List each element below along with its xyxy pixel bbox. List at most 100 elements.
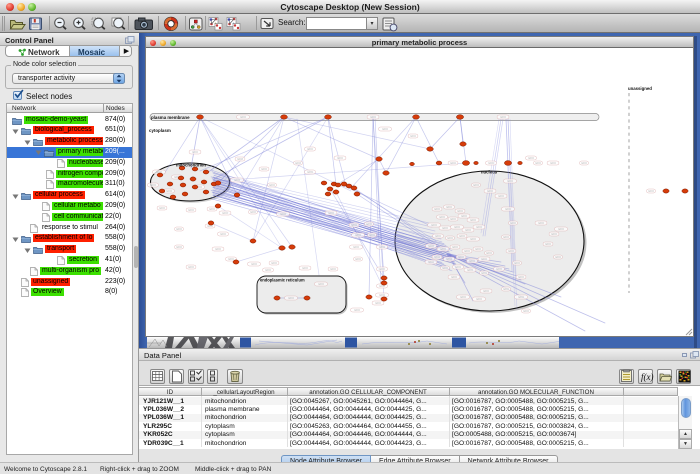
svg-text:GO:0: GO:0 [382, 129, 388, 131]
svg-text:GO:0: GO:0 [176, 229, 182, 231]
svg-text:GO:0: GO:0 [442, 228, 448, 230]
svg-text:plasma membrane: plasma membrane [151, 115, 190, 120]
svg-text:GO:0: GO:0 [470, 239, 476, 241]
svg-text:GO:0: GO:0 [476, 299, 482, 301]
svg-text:cytoplasm: cytoplasm [149, 128, 171, 133]
svg-text:GO:0: GO:0 [528, 158, 534, 160]
svg-text:GO:0: GO:0 [302, 268, 308, 270]
svg-text:GO:0: GO:0 [500, 117, 506, 119]
svg-text:GO:0: GO:0 [207, 226, 213, 228]
svg-text:GO:0: GO:0 [237, 159, 243, 161]
svg-text:GO:0: GO:0 [464, 251, 470, 253]
svg-text:GO:0: GO:0 [550, 163, 556, 165]
svg-text:GO:0: GO:0 [192, 152, 198, 154]
svg-text:GO:0: GO:0 [288, 298, 294, 300]
svg-text:GO:0: GO:0 [460, 297, 466, 299]
svg-text:GO:0: GO:0 [475, 249, 481, 251]
svg-text:GO:0: GO:0 [271, 263, 277, 265]
svg-text:GO:0: GO:0 [176, 247, 182, 249]
svg-text:GO:0: GO:0 [434, 209, 440, 211]
svg-text:GO:0: GO:0 [469, 261, 475, 263]
svg-text:GO:0: GO:0 [458, 257, 464, 259]
svg-text:GO:0: GO:0 [535, 163, 541, 165]
svg-text:GO:0: GO:0 [555, 257, 561, 259]
svg-text:GO:0: GO:0 [351, 225, 357, 227]
svg-text:GO:0: GO:0 [545, 244, 551, 246]
svg-text:GO:0: GO:0 [481, 273, 487, 275]
svg-text:GO:0: GO:0 [434, 257, 440, 259]
svg-text:GO:0: GO:0 [514, 263, 520, 265]
svg-text:GO:0: GO:0 [452, 247, 458, 249]
svg-text:GO:0: GO:0 [507, 181, 513, 183]
svg-text:GO:0: GO:0 [280, 214, 286, 216]
svg-text:GO:0: GO:0 [188, 210, 194, 212]
svg-text:GO:0: GO:0 [523, 311, 529, 313]
svg-text:GO:0: GO:0 [450, 219, 456, 221]
svg-text:GO:0: GO:0 [538, 223, 544, 225]
svg-text:GO:0: GO:0 [222, 213, 228, 215]
svg-text:GO:0: GO:0 [454, 227, 460, 229]
svg-text:GO:0: GO:0 [353, 247, 359, 249]
svg-text:GO:0: GO:0 [455, 267, 461, 269]
svg-text:GO:0: GO:0 [318, 284, 324, 286]
svg-text:GO:0: GO:0 [581, 163, 587, 165]
svg-text:GO:0: GO:0 [510, 223, 516, 225]
svg-text:GO:0: GO:0 [295, 163, 301, 165]
svg-text:GO:0: GO:0 [446, 259, 452, 261]
svg-text:GO:0: GO:0 [330, 269, 336, 271]
svg-text:GO:0: GO:0 [234, 180, 240, 182]
svg-text:GO:0: GO:0 [251, 264, 257, 266]
svg-text:GO:0: GO:0 [370, 117, 376, 119]
svg-text:GO:0: GO:0 [457, 211, 463, 213]
svg-text:GO:0: GO:0 [250, 212, 256, 214]
svg-text:GO:0: GO:0 [486, 253, 492, 255]
svg-text:GO:0: GO:0 [439, 217, 445, 219]
svg-text:GO:0: GO:0 [465, 230, 471, 232]
svg-text:GO:0: GO:0 [428, 262, 434, 264]
svg-text:GO:0: GO:0 [166, 191, 172, 193]
svg-text:GO:0: GO:0 [379, 269, 385, 271]
svg-text:GO:0: GO:0 [551, 234, 557, 236]
svg-text:GO:0: GO:0 [307, 149, 313, 151]
svg-text:GO:0: GO:0 [483, 291, 489, 293]
svg-text:GO:0: GO:0 [366, 224, 372, 226]
svg-text:GO:0: GO:0 [498, 196, 504, 198]
svg-text:GO:0: GO:0 [355, 259, 361, 261]
svg-text:GO:0: GO:0 [488, 163, 494, 165]
svg-text:GO:0: GO:0 [459, 236, 465, 238]
svg-text:GO:0: GO:0 [476, 227, 482, 229]
svg-text:GO:0: GO:0 [473, 185, 479, 187]
svg-text:GO:0: GO:0 [379, 286, 385, 288]
svg-text:GO:0: GO:0 [508, 251, 514, 253]
svg-text:endoplasmic reticulum: endoplasmic reticulum [260, 278, 305, 283]
svg-text:GO:0: GO:0 [328, 213, 334, 215]
svg-text:GO:0: GO:0 [451, 277, 457, 279]
svg-text:GO:0: GO:0 [558, 229, 564, 231]
svg-text:GO:0: GO:0 [496, 269, 502, 271]
svg-text:GO:0: GO:0 [431, 225, 437, 227]
svg-text:GO:0: GO:0 [450, 163, 456, 165]
svg-text:GO:0: GO:0 [188, 267, 194, 269]
svg-text:f(x): f(x) [641, 372, 654, 382]
svg-text:GO:0: GO:0 [518, 297, 524, 299]
svg-text:GO:0: GO:0 [487, 191, 493, 193]
svg-text:GO:0: GO:0 [337, 158, 343, 160]
svg-text:GO:0: GO:0 [518, 277, 524, 279]
svg-text:GO:0: GO:0 [442, 268, 448, 270]
svg-text:GO:0: GO:0 [461, 216, 467, 218]
svg-text:GO:0: GO:0 [446, 207, 452, 209]
svg-text:GO:0: GO:0 [269, 185, 275, 187]
svg-text:GO:0: GO:0 [435, 236, 441, 238]
svg-text:GO:0: GO:0 [440, 249, 446, 251]
svg-text:unassigned: unassigned [628, 86, 652, 91]
svg-text:GO:0: GO:0 [209, 209, 215, 211]
svg-text:GO:0: GO:0 [648, 191, 654, 193]
svg-text:GO:0: GO:0 [307, 172, 313, 174]
svg-text:GO:0: GO:0 [265, 270, 271, 272]
svg-text:mitochondrion: mitochondrion [176, 163, 206, 168]
svg-text:GO:0: GO:0 [355, 235, 361, 237]
svg-text:GO:0: GO:0 [150, 185, 156, 187]
svg-text:GO:0: GO:0 [379, 247, 385, 249]
svg-text:GO:0: GO:0 [428, 246, 434, 248]
svg-text:GO:0: GO:0 [159, 208, 165, 210]
